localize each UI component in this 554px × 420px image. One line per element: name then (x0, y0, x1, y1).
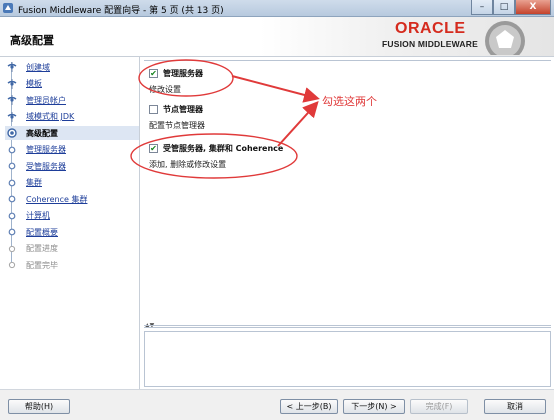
wizard-button-bar: 帮助(H) < 上一步(B) 下一步(N) > 完成(F) 取消 (0, 389, 554, 420)
help-button[interactable]: 帮助(H) (8, 399, 70, 414)
checkmark-icon: ✔ (150, 143, 157, 153)
nav-item-label: Coherence 集群 (26, 194, 88, 204)
nav-item-label: 管理员帐户 (26, 95, 66, 105)
wizard-header: 高级配置 ORACLE FUSION MIDDLEWARE (0, 17, 554, 57)
nav-item[interactable]: 域模式和 JDK (5, 110, 139, 124)
nav-item-label: 受管服务器 (26, 161, 66, 171)
step-done-icon (5, 61, 18, 73)
step-done-icon (5, 94, 18, 106)
window-title: Fusion Middleware 配置向导 - 第 5 页 (共 13 页) (18, 6, 224, 16)
nav-item[interactable]: 配置概要 (5, 225, 139, 239)
step-pending-icon (5, 210, 18, 222)
cancel-button[interactable]: 取消 (484, 399, 546, 414)
step-pending-icon (5, 177, 18, 189)
step-disabled-icon (5, 259, 18, 271)
oracle-logo: ORACLE (395, 20, 466, 37)
nav-item: 配置完毕 (5, 258, 139, 272)
nav-item[interactable]: 管理服务器 (5, 143, 139, 157)
brand-subtitle: FUSION MIDDLEWARE (382, 39, 478, 49)
nav-item-label: 集群 (26, 178, 42, 187)
nav-item-label: 高级配置 (26, 128, 58, 138)
nav-item[interactable]: 集群 (5, 176, 139, 190)
nav-item-label: 管理服务器 (26, 145, 66, 154)
window-controls: – □ X (471, 0, 551, 16)
nav-item-label: 模板 (26, 79, 42, 88)
back-button[interactable]: < 上一步(B) (280, 399, 338, 414)
pane-splitter[interactable] (144, 325, 551, 328)
nav-item[interactable]: 创建域 (5, 60, 139, 74)
nav-item-label: 计算机 (26, 211, 50, 220)
step-disabled-icon (5, 243, 18, 255)
nav-item[interactable]: 模板 (5, 77, 139, 91)
step-done-icon (5, 111, 18, 123)
message-pane (144, 331, 551, 387)
maximize-button[interactable]: □ (493, 0, 515, 15)
page-title: 高级配置 (10, 34, 54, 47)
nav-item-label: 配置概要 (26, 227, 58, 237)
app-icon (3, 3, 13, 13)
managed-servers-checkbox[interactable]: ✔ (149, 143, 158, 153)
nav-item[interactable]: Coherence 集群 (5, 192, 139, 206)
nav-item: 配置进度 (5, 242, 139, 256)
node-manager-label[interactable]: 节点管理器 (163, 104, 203, 115)
close-button[interactable]: X (515, 0, 551, 15)
nav-item[interactable]: 管理员帐户 (5, 93, 139, 107)
option-admin-server: ✔ 管理服务器 修改设置 (149, 67, 203, 95)
nav-item-label: 配置进度 (26, 244, 58, 253)
option-managed-servers: ✔ 受管服务器, 集群和 Coherence 添加, 删除或修改设置 (149, 142, 283, 170)
step-pending-icon (5, 193, 18, 205)
step-pending-icon (5, 160, 18, 172)
option-node-manager: 节点管理器 配置节点管理器 (149, 103, 205, 131)
node-manager-description: 配置节点管理器 (149, 121, 205, 130)
managed-servers-label[interactable]: 受管服务器, 集群和 Coherence (163, 143, 283, 154)
checkmark-icon: ✔ (150, 68, 157, 78)
fusion-badge-icon (485, 21, 525, 55)
admin-server-checkbox[interactable]: ✔ (149, 68, 158, 78)
annotation-label: 勾选这两个 (322, 95, 377, 108)
step-pending-icon (5, 144, 18, 156)
managed-servers-description: 添加, 删除或修改设置 (149, 160, 227, 169)
minimize-button[interactable]: – (471, 0, 493, 15)
admin-server-description: 修改设置 (149, 85, 181, 94)
step-current-icon (5, 127, 18, 139)
nav-item-label: 配置完毕 (26, 260, 58, 270)
step-done-icon (5, 78, 18, 90)
admin-server-label[interactable]: 管理服务器 (163, 68, 203, 79)
nav-item[interactable]: 受管服务器 (5, 159, 139, 173)
window-titlebar[interactable]: Fusion Middleware 配置向导 - 第 5 页 (共 13 页) … (0, 0, 554, 17)
nav-item-label: 创建域 (26, 62, 50, 72)
content-top-divider (144, 57, 551, 61)
nav-item-label: 域模式和 JDK (26, 112, 75, 121)
node-manager-checkbox[interactable] (149, 104, 158, 114)
nav-item[interactable]: 高级配置 (5, 126, 139, 140)
next-button[interactable]: 下一步(N) > (343, 399, 405, 414)
nav-item[interactable]: 计算机 (5, 209, 139, 223)
finish-button[interactable]: 完成(F) (410, 399, 468, 414)
wizard-step-nav: 创建域模板管理员帐户域模式和 JDK 高级配置管理服务器受管服务器集群 Cohere… (0, 57, 140, 389)
step-pending-icon (5, 226, 18, 238)
